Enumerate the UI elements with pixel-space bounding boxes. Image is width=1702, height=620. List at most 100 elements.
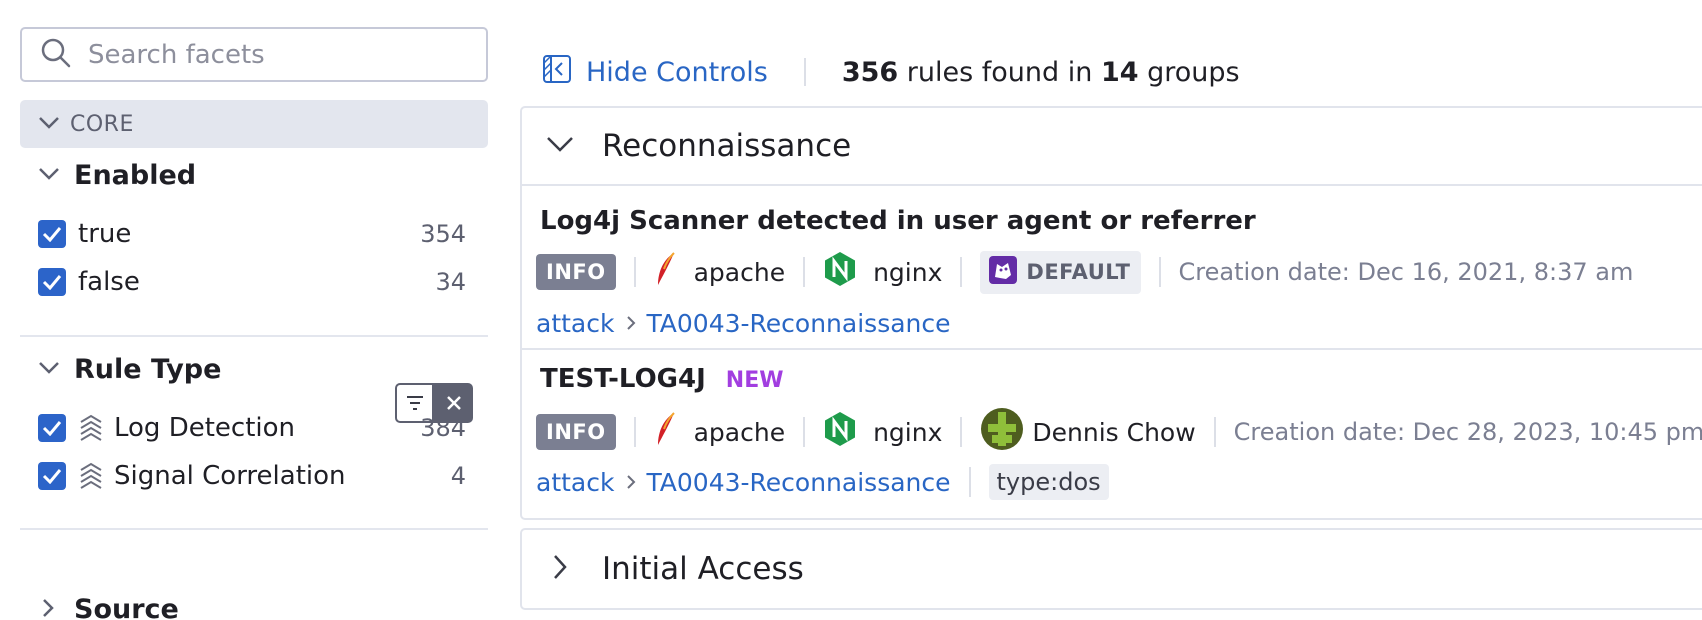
divider: [20, 335, 488, 337]
rule-tags: attack TA0043-Reconnaissance: [536, 303, 951, 343]
rule-author: Dennis Chow: [980, 407, 1196, 457]
tactic-root-link[interactable]: attack: [536, 309, 614, 338]
source-name: apache: [693, 417, 786, 447]
type-tag[interactable]: type:dos: [988, 464, 1109, 500]
divider: [803, 58, 806, 86]
divider: [1213, 417, 1216, 447]
check-icon: [42, 469, 62, 484]
chevron-down-icon: [38, 115, 60, 134]
chevron-down-icon: [546, 135, 574, 157]
tag-value: dos: [1058, 468, 1101, 496]
rules-list-area: Hide Controls 356 rules found in 14 grou…: [520, 0, 1702, 620]
chevron-right-icon: [42, 598, 54, 620]
rule-title[interactable]: Log4j Scanner detected in user agent or …: [540, 206, 1256, 236]
enabled-false-checkbox[interactable]: [38, 268, 66, 296]
enabled-facet-title: Enabled: [74, 160, 197, 191]
group-header[interactable]: Initial Access: [522, 530, 1702, 608]
check-icon: [42, 421, 62, 436]
group-header[interactable]: Reconnaissance: [522, 108, 1702, 186]
facet-item-count: 354: [420, 220, 466, 248]
source-nginx: nginx: [823, 251, 942, 293]
rule-row[interactable]: Log4j Scanner detected in user agent or …: [522, 186, 1702, 350]
log-detection-checkbox[interactable]: [38, 414, 66, 442]
rules-count: 356: [841, 56, 899, 88]
check-icon: [42, 227, 62, 242]
tag-key: type:: [996, 468, 1059, 496]
apache-feather-icon: [654, 251, 678, 293]
rule-name: TEST-LOG4J: [540, 364, 706, 394]
source-name: nginx: [873, 257, 943, 287]
source-nginx: nginx: [823, 411, 942, 453]
log-detection-icon: [78, 413, 104, 443]
author-name: Dennis Chow: [1032, 417, 1196, 447]
tactic-root-link[interactable]: attack: [536, 468, 614, 497]
chevron-down-icon: [38, 166, 60, 185]
results-toolbar: Hide Controls 356 rules found in 14 grou…: [542, 50, 1240, 94]
divider: [960, 417, 963, 447]
facet-item-count: 384: [420, 414, 466, 442]
rule-group-reconnaissance: Reconnaissance Log4j Scanner detected in…: [520, 106, 1702, 520]
rule-title[interactable]: TEST-LOG4J NEW: [540, 364, 784, 394]
facet-search-box[interactable]: [20, 27, 488, 82]
rule-tags: attack TA0043-Reconnaissance type:dos: [536, 462, 1109, 502]
rule-row[interactable]: TEST-LOG4J NEW INFO apache nginx Dennis …: [522, 350, 1702, 518]
chevron-down-icon: [38, 360, 60, 379]
source-facet-header[interactable]: Source: [38, 594, 179, 620]
nginx-icon: [823, 411, 857, 453]
source-facet-title: Source: [74, 594, 179, 620]
facet-item-count: 34: [435, 268, 466, 296]
facet-item-signal-correlation[interactable]: Signal Correlation 4: [38, 456, 466, 496]
severity-badge: INFO: [536, 414, 616, 450]
nginx-icon: [823, 251, 857, 293]
datadog-dog-icon: [988, 255, 1018, 290]
source-name: nginx: [873, 417, 943, 447]
facet-item-count: 4: [450, 462, 466, 490]
rule-meta: INFO apache nginx: [536, 250, 1634, 294]
enabled-facet-header[interactable]: Enabled: [38, 160, 196, 191]
core-label: CORE: [70, 111, 134, 137]
severity-badge: INFO: [536, 254, 616, 290]
rule-group-initial-access: Initial Access: [520, 528, 1702, 610]
facet-item-enabled-true[interactable]: true 354: [38, 214, 466, 254]
divider: [633, 417, 636, 447]
hide-controls-icon: [542, 54, 572, 91]
rule-name: Log4j Scanner detected in user agent or …: [540, 206, 1256, 236]
enabled-true-checkbox[interactable]: [38, 220, 66, 248]
tactic-link[interactable]: TA0043-Reconnaissance: [646, 468, 950, 497]
divider: [960, 257, 963, 287]
divider: [968, 467, 971, 497]
hide-controls-button[interactable]: Hide Controls: [542, 54, 768, 91]
results-summary: 356 rules found in 14 groups: [842, 57, 1240, 88]
source-apache: apache: [654, 411, 785, 453]
groups-count: 14: [1100, 56, 1139, 88]
group-title: Initial Access: [602, 551, 804, 587]
tactic-link[interactable]: TA0043-Reconnaissance: [646, 309, 950, 338]
new-badge: NEW: [725, 368, 784, 393]
apache-feather-icon: [654, 411, 678, 453]
facet-item-enabled-false[interactable]: false 34: [38, 262, 466, 302]
creation-date: Creation date: Dec 16, 2021, 8:37 am: [1178, 258, 1634, 286]
rule-meta: INFO apache nginx: [536, 408, 1702, 453]
divider: [1158, 257, 1161, 287]
source-name: apache: [693, 257, 786, 287]
chevron-right-icon: [552, 553, 568, 585]
source-apache: apache: [654, 251, 785, 293]
search-icon: [40, 37, 72, 73]
chevron-right-icon: [626, 474, 636, 490]
summary-text: rules found in: [906, 56, 1093, 88]
rule-type-facet-title: Rule Type: [74, 354, 222, 385]
default-label: DEFAULT: [1026, 260, 1131, 284]
facet-item-label: true: [78, 219, 132, 249]
creation-date: Creation date: Dec 28, 2023, 10:45 pm: [1233, 418, 1702, 446]
divider: [803, 257, 806, 287]
facet-item-label: Log Detection: [114, 413, 296, 443]
facet-item-log-detection[interactable]: Log Detection 384: [38, 408, 466, 448]
facet-panel: CORE Enabled true 354 false 34 Rule Type: [0, 0, 500, 620]
core-section-toggle[interactable]: CORE: [20, 100, 488, 148]
facet-search-input[interactable]: [88, 39, 468, 70]
facet-item-label: Signal Correlation: [114, 461, 346, 491]
divider: [633, 257, 636, 287]
signal-correlation-checkbox[interactable]: [38, 462, 66, 490]
signal-correlation-icon: [78, 461, 104, 491]
rule-type-facet-header[interactable]: Rule Type: [38, 354, 221, 385]
